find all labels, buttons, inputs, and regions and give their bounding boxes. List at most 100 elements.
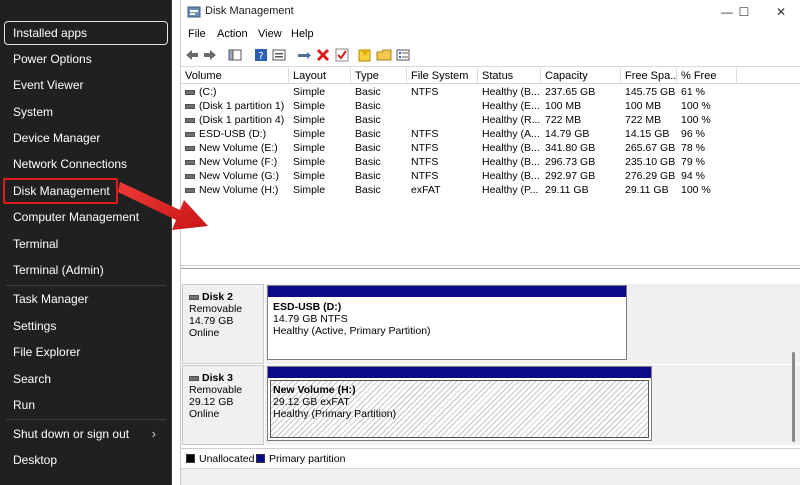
menu-item-run[interactable]: Run [4,393,168,417]
partition-esd-usb[interactable]: ESD-USB (D:) 14.79 GB NTFS Healthy (Acti… [267,285,627,360]
table-cell: Simple [293,156,326,168]
check-icon[interactable] [334,47,350,63]
menu-item-device-manager[interactable]: Device Manager [4,126,168,150]
table-cell: 100 % [681,184,711,196]
table-cell: NTFS [411,128,439,140]
partition-new-volume-h[interactable]: New Volume (H:) 29.12 GB exFAT Healthy (… [267,366,652,441]
table-cell: 61 % [681,86,705,98]
new-volume-icon[interactable] [357,47,373,63]
table-cell: 296.73 GB [545,156,596,168]
table-cell: Healthy (E... [482,100,540,112]
table-cell: 341.80 GB [545,142,596,154]
help-icon[interactable]: ? [253,47,269,63]
table-cell: Healthy (R... [482,114,541,126]
partition-size: 29.12 GB exFAT [273,396,350,408]
volume-list: Volume Layout Type File System Status Ca… [181,68,800,266]
back-arrow-icon[interactable] [184,47,200,63]
disk-label-disk-2[interactable]: Disk 2 Removable 14.79 GB Online [182,284,264,364]
menu-item-file-explorer[interactable]: File Explorer [4,340,168,364]
table-cell: NTFS [411,170,439,182]
table-cell: NTFS [411,142,439,154]
table-row[interactable]: (C:) Simple Basic NTFS Healthy (B... 237.65 G… [181,85,800,99]
volume-icon [185,89,195,95]
forward-arrow-icon[interactable] [202,47,218,63]
table-cell [407,113,478,127]
table-cell: New Volume (F:) [181,155,289,169]
table-cell: 14.15 GB [625,128,670,140]
table-cell: 29.11 GB [545,184,589,196]
table-row[interactable]: ESD-USB (D:) Simple Basic NTFS Healthy (A...… [181,127,800,141]
properties-icon[interactable] [271,47,287,63]
menu-action[interactable]: Action [217,28,248,40]
open-icon[interactable] [376,47,392,63]
volume-icon [185,145,195,151]
menu-file[interactable]: File [188,28,206,40]
menu-item-search[interactable]: Search [4,367,168,391]
menu-item-installed-apps[interactable]: Installed apps [4,21,168,45]
column-header-type[interactable]: Type [351,68,407,84]
column-header-status[interactable]: Status [478,68,541,84]
list-icon[interactable] [395,47,411,63]
table-cell: 265.67 GB [625,142,676,154]
table-cell: Healthy (A... [482,128,540,140]
menu-item-shut-down[interactable]: Shut down or sign out › [4,422,168,446]
table-cell: Basic [355,184,381,196]
table-cell: Healthy (B... [482,156,540,168]
table-cell: 145.75 GB [625,86,676,98]
column-header-percent-free[interactable]: % Free [677,68,737,84]
column-header-free-space[interactable]: Free Spa... [621,68,677,84]
table-cell: 94 % [681,170,705,182]
menu-item-task-manager[interactable]: Task Manager [4,287,168,311]
highlight-box [3,178,118,204]
menu-help[interactable]: Help [291,28,314,40]
disk-graphical-view: Disk 2 Removable 14.79 GB Online ESD-USB… [181,268,800,448]
menu-item-terminal-admin[interactable]: Terminal (Admin) [4,258,168,282]
table-cell: (Disk 1 partition 4) [181,113,289,127]
table-row[interactable]: New Volume (F:) Simple Basic NTFS Healthy (B… [181,155,800,169]
column-header-layout[interactable]: Layout [289,68,351,84]
table-row[interactable]: New Volume (G:) Simple Basic NTFS Healthy (B… [181,169,800,183]
close-button[interactable]: ✕ [767,2,795,22]
table-cell: Basic [355,114,381,126]
disk-icon [189,375,199,381]
column-header-volume[interactable]: Volume [181,68,289,84]
table-cell: 78 % [681,142,705,154]
disk-management-icon [187,6,201,18]
maximize-button[interactable]: ☐ [730,2,758,22]
column-header-file-system[interactable]: File System [407,68,478,84]
scrollbar-thumb[interactable] [792,352,795,442]
table-cell: 100 % [681,114,711,126]
table-row[interactable]: (Disk 1 partition 4) Simple Basic Healthy (… [181,113,800,127]
column-header-capacity[interactable]: Capacity [541,68,621,84]
menu-view[interactable]: View [258,28,282,40]
table-row[interactable]: New Volume (E:) Simple Basic NTFS Healthy (B… [181,141,800,155]
table-cell: Simple [293,142,326,154]
table-cell: 722 MB [625,114,662,126]
table-cell: Simple [293,170,326,182]
menu-item-network-connections[interactable]: Network Connections [4,152,168,176]
title-bar[interactable]: Disk Management — ☐ ✕ [181,0,800,24]
table-cell: (C:) [181,85,289,99]
legend-label-unallocated: Unallocated [199,453,255,465]
menu-item-power-options[interactable]: Power Options [4,47,168,71]
legend-label-primary: Primary partition [269,453,346,465]
delete-icon[interactable] [315,47,331,63]
connect-icon[interactable] [296,47,312,63]
disk-management-window: Disk Management — ☐ ✕ File Action View H… [180,0,800,485]
menu-item-system[interactable]: System [4,100,168,124]
disk-name: Disk 2 [189,291,263,303]
menu-item-desktop[interactable]: Desktop [4,448,168,472]
menu-item-settings[interactable]: Settings [4,314,168,338]
status-bar [181,468,800,485]
chevron-right-icon: › [151,426,156,441]
table-cell: Simple [293,128,326,140]
menu-item-terminal[interactable]: Terminal [4,232,168,256]
menu-item-shut-down-label: Shut down or sign out [13,427,130,441]
disk-kind: Removable [189,384,243,396]
table-row[interactable]: New Volume (H:) Simple Basic exFAT Healthy (… [181,183,800,197]
table-row[interactable]: (Disk 1 partition 1) Simple Basic Healthy (… [181,99,800,113]
menu-item-event-viewer[interactable]: Event Viewer [4,73,168,97]
table-cell: 276.29 GB [625,170,676,182]
console-icon[interactable] [227,47,243,63]
disk-label-disk-3[interactable]: Disk 3 Removable 29.12 GB Online [182,365,264,445]
